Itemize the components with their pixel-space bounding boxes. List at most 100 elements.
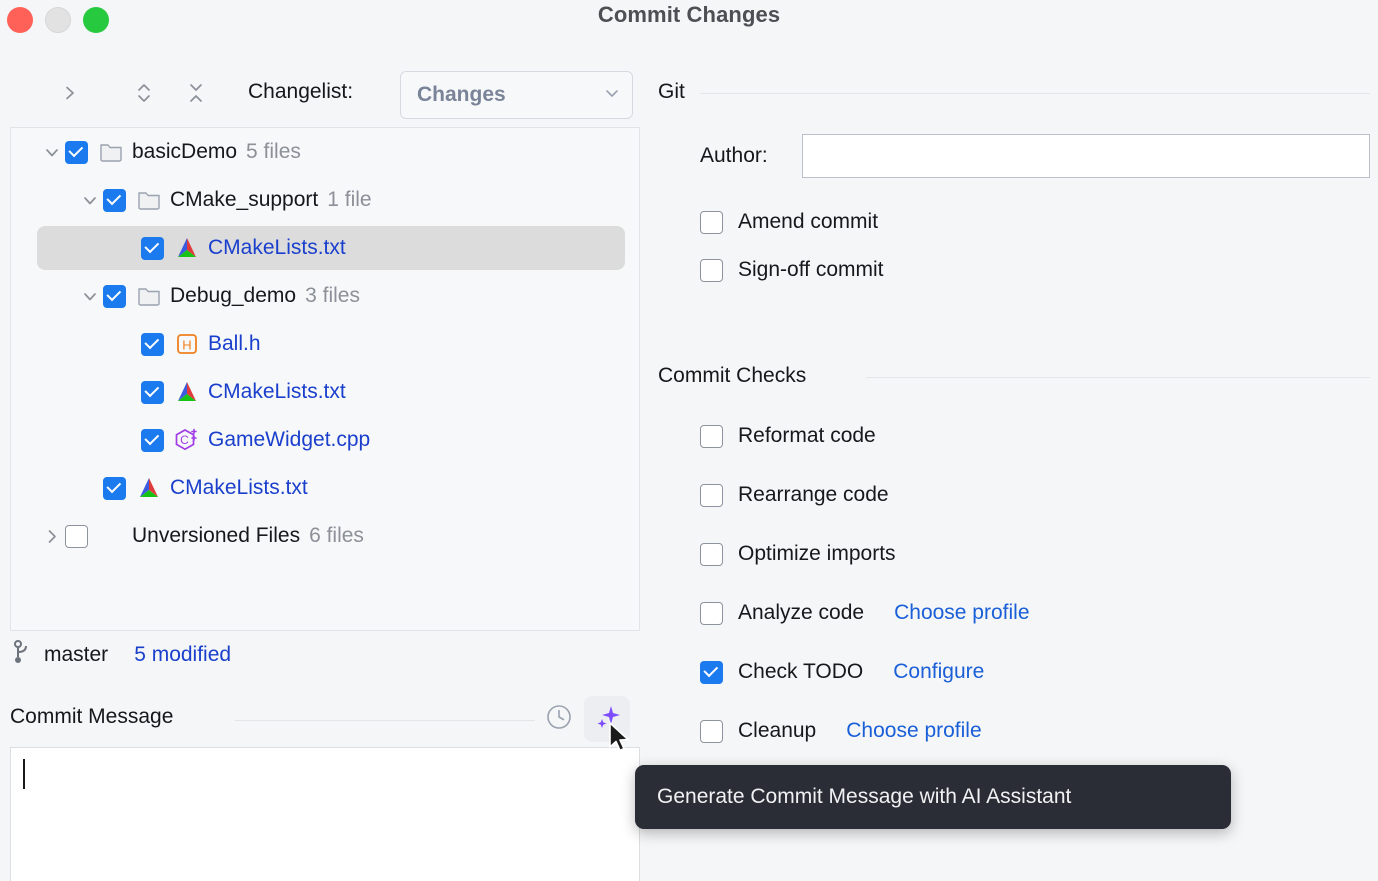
checkbox[interactable]: [700, 484, 723, 507]
commit-history-button[interactable]: [536, 696, 582, 742]
collapse-all-button[interactable]: [176, 70, 216, 120]
checkbox[interactable]: [700, 720, 723, 743]
commit-check-row[interactable]: Optimize imports: [700, 539, 896, 569]
tree-checkbox[interactable]: [141, 429, 164, 452]
tree-row[interactable]: Unversioned Files 6 files: [11, 512, 639, 560]
cpp-file-icon: C: [174, 427, 200, 453]
checkbox-label: Check TODO: [738, 660, 863, 684]
tree-item-label: basicDemo: [132, 140, 237, 164]
folder-icon: [98, 139, 124, 165]
commit-check-row[interactable]: Rearrange code: [700, 480, 889, 510]
tree-checkbox[interactable]: [103, 285, 126, 308]
tree-row[interactable]: H Ball.h: [11, 320, 639, 368]
modified-count[interactable]: 5 modified: [134, 643, 231, 667]
tree-row[interactable]: CMake_support 1 file: [11, 176, 639, 224]
checkbox-label: Amend commit: [738, 210, 878, 234]
author-input[interactable]: [802, 134, 1370, 178]
commit-message-divider: [235, 720, 535, 721]
cmake-icon: [136, 475, 162, 501]
chevron-right-icon[interactable]: [39, 527, 65, 545]
profile-link[interactable]: Choose profile: [894, 601, 1029, 625]
cmake-icon: [174, 379, 200, 405]
tree-checkbox[interactable]: [65, 525, 88, 548]
chevron-down-icon[interactable]: [39, 143, 65, 161]
svg-text:H: H: [182, 338, 191, 353]
no-icon: [98, 523, 124, 549]
checkbox[interactable]: [700, 543, 723, 566]
commit-check-row[interactable]: Analyze code Choose profile: [700, 598, 1030, 628]
titlebar: Commit Changes: [0, 0, 1378, 46]
tree-item-label: CMakeLists.txt: [208, 380, 346, 404]
tree-item-label: CMake_support: [170, 188, 318, 212]
chevron-down-icon[interactable]: [77, 287, 103, 305]
tree-row[interactable]: Debug_demo3 files: [11, 272, 639, 320]
checkbox-label: Cleanup: [738, 719, 816, 743]
git-section-title: Git: [658, 80, 685, 104]
tooltip: Generate Commit Message with AI Assistan…: [635, 765, 1231, 829]
cmake-icon: [174, 235, 200, 261]
commit-check-row[interactable]: Check TODO Configure: [700, 657, 984, 687]
commit-checks-divider: [866, 377, 1370, 378]
author-label: Author:: [700, 144, 768, 168]
commit-message-input[interactable]: [10, 747, 640, 881]
checkbox-label: Analyze code: [738, 601, 864, 625]
tree-item-count: 6 files: [309, 524, 364, 548]
tree-row[interactable]: CMakeLists.txt: [11, 224, 639, 272]
profile-link[interactable]: Choose profile: [846, 719, 981, 743]
tree-item-count: 5 files: [246, 140, 301, 164]
checkbox[interactable]: [700, 602, 723, 625]
chevron-right-icon: [61, 84, 79, 107]
checkbox[interactable]: [700, 259, 723, 282]
commit-message-title: Commit Message: [10, 705, 173, 729]
commit-checks-title: Commit Checks: [658, 364, 806, 388]
tree-item-label: CMakeLists.txt: [170, 476, 308, 500]
chevron-down-icon[interactable]: [77, 191, 103, 209]
header-file-icon: H: [174, 331, 200, 357]
checkbox-label: Rearrange code: [738, 483, 889, 507]
tree-row[interactable]: basicDemo 5 files: [11, 128, 639, 176]
mouse-cursor: [608, 722, 634, 756]
tree-checkbox[interactable]: [141, 381, 164, 404]
git-checkbox-row[interactable]: Sign-off commit: [700, 255, 884, 285]
checkbox[interactable]: [700, 661, 723, 684]
svg-text:C: C: [180, 433, 189, 447]
changelist-dropdown[interactable]: Changes: [400, 71, 633, 119]
folder-icon: [136, 283, 162, 309]
checkbox-label: Reformat code: [738, 424, 876, 448]
checkbox-label: Optimize imports: [738, 542, 896, 566]
collapse-all-icon: [186, 81, 206, 110]
tree-checkbox[interactable]: [65, 141, 88, 164]
commit-check-row[interactable]: Reformat code: [700, 421, 876, 451]
commit-changes-dialog: Commit Changes: [0, 0, 1378, 881]
tree-checkbox[interactable]: [141, 237, 164, 260]
git-branch-icon: [10, 638, 34, 672]
tree-row[interactable]: C GameWidget.cpp: [11, 416, 639, 464]
branch-bar: master 5 modified: [10, 633, 640, 677]
commit-check-row[interactable]: Cleanup Choose profile: [700, 716, 982, 746]
changelist-label: Changelist:: [248, 80, 353, 104]
git-section-divider: [700, 93, 1370, 94]
commit-message-header: Commit Message: [10, 706, 640, 736]
tree-item-label: Unversioned Files: [132, 524, 300, 548]
changelist-value: Changes: [417, 83, 602, 107]
git-checkbox-row[interactable]: Amend commit: [700, 207, 878, 237]
tree-checkbox[interactable]: [103, 189, 126, 212]
checkbox[interactable]: [700, 425, 723, 448]
profile-link[interactable]: Configure: [893, 660, 984, 684]
changes-tree[interactable]: basicDemo 5 files CMake_support 1 file CMa…: [10, 127, 640, 631]
tree-row[interactable]: CMakeLists.txt: [11, 464, 639, 512]
expand-node-button[interactable]: [50, 70, 90, 120]
expand-all-button[interactable]: [124, 70, 164, 120]
clock-icon: [544, 702, 574, 737]
checkbox-label: Sign-off commit: [738, 258, 884, 282]
tree-row[interactable]: CMakeLists.txt: [11, 368, 639, 416]
window-title: Commit Changes: [0, 2, 1378, 28]
tree-item-label: CMakeLists.txt: [208, 236, 346, 260]
tree-item-label: Debug_demo: [170, 284, 296, 308]
expand-all-icon: [134, 81, 154, 110]
tree-item-count: 1 file: [327, 188, 371, 212]
text-caret: [23, 759, 25, 789]
checkbox[interactable]: [700, 211, 723, 234]
tree-checkbox[interactable]: [103, 477, 126, 500]
tree-checkbox[interactable]: [141, 333, 164, 356]
